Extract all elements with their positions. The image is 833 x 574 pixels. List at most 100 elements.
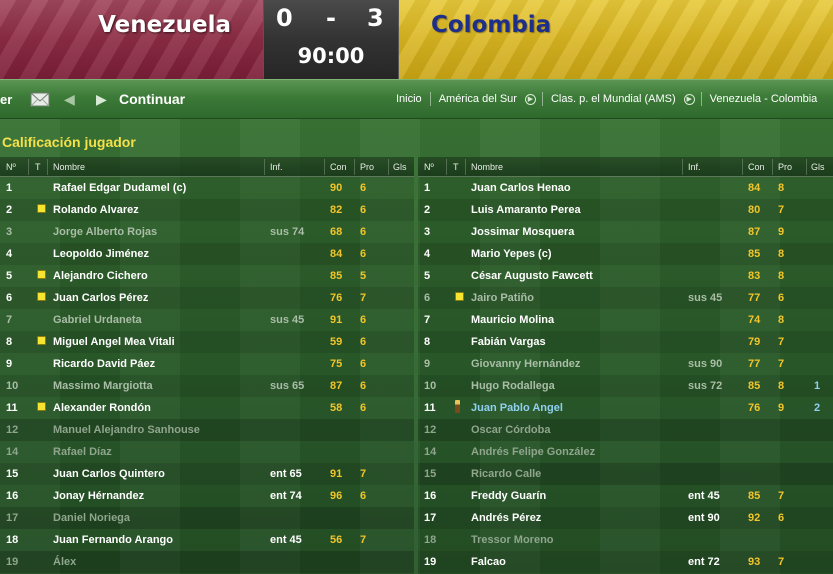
player-name[interactable]: Andrés Felipe González [471,446,595,458]
player-name[interactable]: Alexander Rondón [53,402,151,414]
player-name[interactable]: Manuel Alejandro Sanhouse [53,424,200,436]
table-row[interactable]: 3 Jossimar Mosquera 87 9 [418,221,833,243]
column-header-condition[interactable]: Con [748,162,765,172]
chevron-left-icon[interactable]: ◀ [64,91,75,108]
player-number: 12 [424,424,437,436]
table-row[interactable]: 14 Andrés Felipe González [418,441,833,463]
player-name[interactable]: Ricardo Calle [471,468,541,480]
player-name[interactable]: Daniel Noriega [53,512,130,524]
table-row[interactable]: 6 Jairo Patiño sus 45 77 6 [418,287,833,309]
table-row[interactable]: 15 Ricardo Calle [418,463,833,485]
player-name[interactable]: Juan Pablo Angel [471,402,563,414]
breadcrumb-home[interactable]: Inicio [396,93,428,105]
player-name[interactable]: Juan Carlos Pérez [53,292,148,304]
breadcrumb-match[interactable]: Venezuela - Colombia [704,93,824,105]
previous-tab-label[interactable]: er [0,92,12,107]
player-name[interactable]: Rafael Edgar Dudamel (c) [53,182,186,194]
column-header-tag[interactable]: T [453,162,459,172]
table-row[interactable]: 18 Tressor Moreno [418,529,833,551]
table-row[interactable]: 16 Jonay Hérnandez ent 74 96 6 [0,485,414,507]
table-row[interactable]: 6 Juan Carlos Pérez 76 7 [0,287,414,309]
table-row[interactable]: 16 Freddy Guarín ent 45 85 7 [418,485,833,507]
table-row[interactable]: 4 Mario Yepes (c) 85 8 [418,243,833,265]
table-row[interactable]: 14 Rafael Díaz [0,441,414,463]
player-name[interactable]: Mauricio Molina [471,314,554,326]
table-row[interactable]: 11 Alexander Rondón 58 6 [0,397,414,419]
envelope-icon[interactable] [29,88,51,110]
dropdown-arrow-icon[interactable]: ▶ [524,93,536,105]
column-header-name[interactable]: Nombre [53,162,85,172]
column-header-info[interactable]: Inf. [688,162,701,172]
table-row[interactable]: 19 Álex [0,551,414,573]
player-name[interactable]: Oscar Córdoba [471,424,550,436]
player-name[interactable]: Hugo Rodallega [471,380,555,392]
table-row[interactable]: 8 Miguel Angel Mea Vitali 59 6 [0,331,414,353]
column-header-tag[interactable]: T [35,162,41,172]
player-name[interactable]: Miguel Angel Mea Vitali [53,336,175,348]
table-row[interactable]: 4 Leopoldo Jiménez 84 6 [0,243,414,265]
player-name[interactable]: Tressor Moreno [471,534,554,546]
column-header-condition[interactable]: Con [330,162,347,172]
table-row[interactable]: 2 Rolando Alvarez 82 6 [0,199,414,221]
table-row[interactable]: 2 Luis Amaranto Perea 80 7 [418,199,833,221]
column-header-rating[interactable]: Pro [360,162,374,172]
table-row[interactable]: 19 Falcao ent 72 93 7 [418,551,833,573]
player-name[interactable]: Luis Amaranto Perea [471,204,581,216]
player-name[interactable]: Juan Carlos Quintero [53,468,165,480]
table-row[interactable]: 12 Oscar Córdoba [418,419,833,441]
player-name[interactable]: Mario Yepes (c) [471,248,552,260]
table-row[interactable]: 12 Manuel Alejandro Sanhouse [0,419,414,441]
player-name[interactable]: Jonay Hérnandez [53,490,144,502]
player-name[interactable]: Fabián Vargas [471,336,546,348]
home-team-name[interactable]: Venezuela [98,12,231,38]
player-name[interactable]: Freddy Guarín [471,490,546,502]
player-name[interactable]: Ricardo David Páez [53,358,155,370]
table-row[interactable]: 9 Giovanny Hernández sus 90 77 7 [418,353,833,375]
player-name[interactable]: César Augusto Fawcett [471,270,593,282]
away-team-name[interactable]: Colombia [431,12,551,38]
table-row[interactable]: 15 Juan Carlos Quintero ent 65 91 7 [0,463,414,485]
table-row[interactable]: 7 Mauricio Molina 74 8 [418,309,833,331]
player-name[interactable]: Massimo Margiotta [53,380,153,392]
column-header-name[interactable]: Nombre [471,162,503,172]
player-name[interactable]: Juan Fernando Arango [53,534,173,546]
table-row[interactable]: 9 Ricardo David Páez 75 6 [0,353,414,375]
player-name[interactable]: Jorge Alberto Rojas [53,226,157,238]
continue-button[interactable]: Continuar [119,91,185,107]
table-row[interactable]: 7 Gabriel Urdaneta sus 45 91 6 [0,309,414,331]
table-row[interactable]: 17 Andrés Pérez ent 90 92 6 [418,507,833,529]
table-row[interactable]: 17 Daniel Noriega [0,507,414,529]
player-name[interactable]: Alejandro Cichero [53,270,148,282]
player-name[interactable]: Leopoldo Jiménez [53,248,149,260]
column-header-rating[interactable]: Pro [778,162,792,172]
table-row[interactable]: 5 César Augusto Fawcett 83 8 [418,265,833,287]
table-row[interactable]: 8 Fabián Vargas 79 7 [418,331,833,353]
breadcrumb-region[interactable]: América del Sur [433,93,523,105]
dropdown-arrow-icon[interactable]: ▶ [683,93,695,105]
chevron-right-icon[interactable]: ▶ [96,91,107,108]
player-name[interactable]: Andrés Pérez [471,512,541,524]
column-header-number[interactable]: Nº [6,162,16,172]
table-row[interactable]: 1 Juan Carlos Henao 84 8 [418,177,833,199]
table-row[interactable]: 10 Hugo Rodallega sus 72 85 8 1 [418,375,833,397]
column-header-goals[interactable]: Gls [811,162,825,172]
player-name[interactable]: Rafael Díaz [53,446,112,458]
column-header-goals[interactable]: Gls [393,162,407,172]
breadcrumb-competition[interactable]: Clas. p. el Mundial (AMS) [545,93,682,105]
table-row[interactable]: 10 Massimo Margiotta sus 65 87 6 [0,375,414,397]
player-name[interactable]: Falcao [471,556,506,568]
column-header-info[interactable]: Inf. [270,162,283,172]
table-row[interactable]: 5 Alejandro Cichero 85 5 [0,265,414,287]
table-row[interactable]: 3 Jorge Alberto Rojas sus 74 68 6 [0,221,414,243]
player-name[interactable]: Jairo Patiño [471,292,534,304]
column-header-number[interactable]: Nº [424,162,434,172]
player-name[interactable]: Rolando Alvarez [53,204,139,216]
player-name[interactable]: Juan Carlos Henao [471,182,571,194]
table-row[interactable]: 11 Juan Pablo Angel 76 9 2 [418,397,833,419]
player-name[interactable]: Jossimar Mosquera [471,226,574,238]
player-name[interactable]: Gabriel Urdaneta [53,314,142,326]
table-row[interactable]: 1 Rafael Edgar Dudamel (c) 90 6 [0,177,414,199]
player-name[interactable]: Giovanny Hernández [471,358,580,370]
player-name[interactable]: Álex [53,556,76,568]
table-row[interactable]: 18 Juan Fernando Arango ent 45 56 7 [0,529,414,551]
